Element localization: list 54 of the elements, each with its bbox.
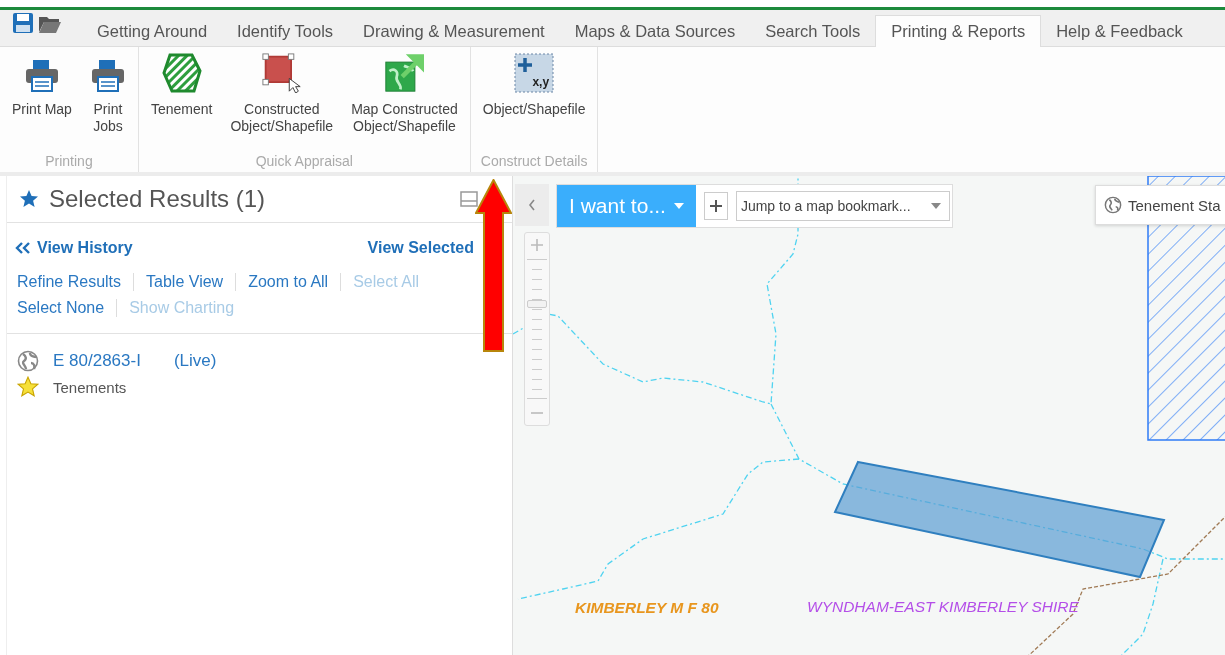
zoom-in-icon[interactable]	[531, 239, 543, 251]
double-chevron-icon	[15, 241, 31, 255]
globe-icon	[1104, 196, 1122, 214]
coordinate-box-icon: x,y	[514, 53, 555, 93]
tenement-status-button[interactable]: Tenement Sta	[1095, 185, 1225, 225]
ribbon-button[interactable]: Print Jobs	[85, 53, 130, 135]
save-icon[interactable]	[12, 12, 34, 34]
ribbon-tab[interactable]: Drawing & Measurement	[348, 16, 560, 46]
group-label: Printing	[44, 153, 94, 169]
globe-icon	[17, 350, 39, 372]
plus-icon	[709, 200, 722, 212]
printer-icon	[89, 57, 126, 93]
view-selected-link[interactable]: View Selected	[367, 239, 474, 257]
ribbon-tab[interactable]: Getting Around	[82, 16, 223, 46]
zoom-slider[interactable]	[527, 259, 547, 399]
map-with-arrow-icon	[384, 53, 425, 93]
action-link[interactable]: Zoom to All	[248, 273, 329, 291]
ribbon-tab[interactable]: Search Tools	[750, 16, 876, 46]
result-status: (Live)	[173, 351, 217, 371]
ribbon-tab[interactable]: Printing & Reports	[875, 15, 1042, 47]
ribbon-button[interactable]: x,y Object/Shapefile	[478, 53, 590, 118]
ribbon-button[interactable]: Print Map	[8, 53, 76, 135]
caret-icon	[930, 203, 941, 209]
ribbon-tab[interactable]: Help & Feedback	[1041, 16, 1198, 46]
map-area[interactable]: KIMBERLEY M F 80 WYNDHAM-EAST KIMBERLEY SHIRE I want to... Jump to a map bookmark... Tenement Sta	[513, 176, 1225, 655]
collapse-panel-button[interactable]	[515, 184, 549, 226]
action-link[interactable]: Table View	[146, 273, 224, 291]
zoom-slider-thumb[interactable]	[527, 300, 547, 309]
action-link[interactable]: Refine Results	[17, 273, 122, 291]
result-layer: Tenements	[53, 378, 127, 396]
printer-icon	[23, 57, 60, 93]
ribbon-button[interactable]: Map Constructed Object/Shapefile	[347, 53, 462, 135]
caret-icon	[673, 203, 684, 209]
folder-icon[interactable]	[38, 14, 62, 34]
add-bookmark-button[interactable]	[703, 192, 728, 220]
star-icon	[17, 376, 39, 398]
chevron-left-icon	[528, 199, 536, 211]
group-label: Quick Appraisal	[254, 153, 354, 169]
ribbon-tab[interactable]: Maps & Data Sources	[559, 16, 751, 46]
map-label: KIMBERLEY M F 80	[575, 599, 719, 616]
shape-with-cursor-icon	[261, 53, 302, 93]
action-link[interactable]: Select None	[17, 299, 105, 317]
ribbon-button[interactable]: Constructed Object/Shapefile	[226, 53, 338, 135]
group-label: Construct Details	[479, 153, 589, 169]
hatched-polygon-icon	[161, 53, 202, 93]
minimize-icon[interactable]	[460, 191, 478, 207]
bookmark-dropdown[interactable]: Jump to a map bookmark...	[735, 191, 950, 221]
panel-title: Selected Results (1)	[49, 185, 267, 213]
view-history-link[interactable]: View History	[15, 239, 133, 257]
ribbon-button[interactable]: Tenement	[146, 53, 217, 135]
map-label: WYNDHAM-EAST KIMBERLEY SHIRE	[807, 598, 1079, 615]
ribbon-tab[interactable]: Identify Tools	[222, 16, 349, 46]
result-link[interactable]: E 80/2863-I	[53, 351, 141, 371]
star-icon	[19, 189, 39, 209]
